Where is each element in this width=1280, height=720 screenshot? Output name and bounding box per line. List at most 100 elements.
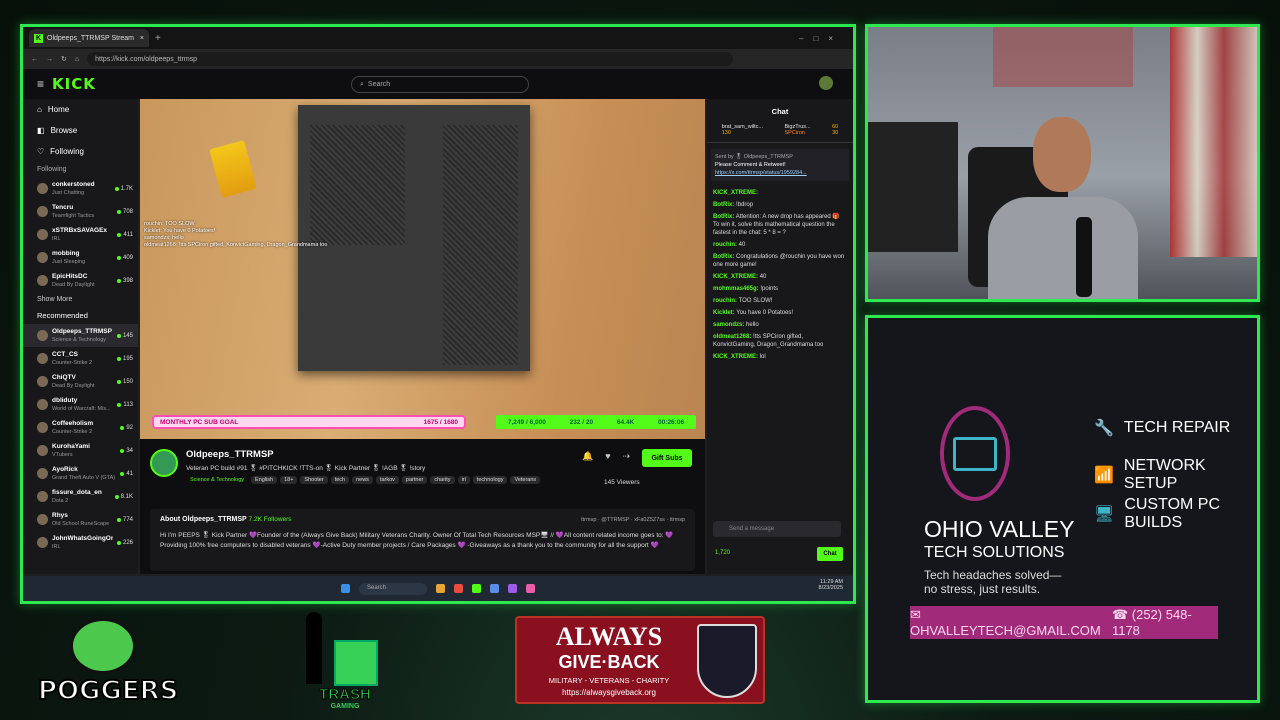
chat-username[interactable]: rouchin: <box>713 242 737 248</box>
nav-home[interactable]: ⌂ Home <box>23 99 138 120</box>
chat-username[interactable]: KICK_XTREME: <box>713 190 758 196</box>
pinned-by: Sent by 🎖 Oldpeeps_TTRMSP <box>715 154 793 160</box>
show-more-link[interactable]: Show More <box>23 292 138 307</box>
search-input[interactable]: ⌕ Search <box>351 76 529 93</box>
social-link[interactable]: ttrmsp <box>670 517 685 523</box>
viewer-count-value: 113 <box>123 401 133 408</box>
viewer-count-value: 774 <box>122 516 133 523</box>
channel-item[interactable]: JohnWhatsGoingOn IRL 226 <box>23 531 138 554</box>
channel-item[interactable]: fissure_dota_en Dota 2 8.1K <box>23 485 138 508</box>
streamer-avatar[interactable] <box>150 449 178 477</box>
action-icons[interactable]: 🔔♥⇢ <box>582 451 642 462</box>
taskbar-search[interactable]: Search <box>359 582 427 595</box>
nav-browse[interactable]: ◧ Browse <box>23 120 138 141</box>
file-explorer-icon[interactable] <box>436 584 445 593</box>
viewer-count: 1.7K <box>114 186 133 192</box>
chat-username[interactable]: KICK_XTREME: <box>713 274 758 280</box>
chat-username[interactable]: BotRix: <box>713 214 734 220</box>
chat-send-button[interactable]: Chat <box>817 547 843 561</box>
channel-item[interactable]: dbliduty World of Warcraft: Mis... 113 <box>23 393 138 416</box>
channel-item[interactable]: conkerstoned Just Chatting 1.7K <box>23 177 138 200</box>
service-label: TECH REPAIR <box>1123 419 1231 436</box>
gifter-name[interactable]: SPCiron <box>785 130 811 136</box>
menu-icon[interactable]: ≡ <box>37 77 44 91</box>
window-controls-icon[interactable]: –□× <box>799 34 843 43</box>
stream-tag[interactable]: technology <box>472 476 508 484</box>
channel-avatar <box>37 445 48 456</box>
agb-line3: MILITARY - VETERANS - CHARITY <box>548 676 670 685</box>
stream-tag[interactable]: 18+ <box>280 476 298 484</box>
chat-username[interactable]: BotRix: <box>713 254 734 260</box>
stream-tag[interactable]: irl <box>457 476 470 484</box>
chat-username[interactable]: BotRix: <box>713 202 734 208</box>
channel-item[interactable]: KurohaYami VTubers 34 <box>23 439 138 462</box>
chat-username[interactable]: Kicklet: <box>713 310 735 316</box>
stream-tag[interactable]: Veterans <box>510 476 541 484</box>
viewer-count-value: 150 <box>122 378 133 385</box>
chat-username[interactable]: samondzs: <box>713 322 744 328</box>
channel-item[interactable]: Rhys Old School RuneScape 774 <box>23 508 138 531</box>
social-link[interactable]: @TTRMSP <box>601 517 629 523</box>
chat-input[interactable]: Send a message <box>713 521 841 537</box>
channel-item[interactable]: CCT_CS Counter-Strike 2 195 <box>23 347 138 370</box>
stream-tag[interactable]: tarkov <box>375 476 399 484</box>
stream-tag[interactable]: partner <box>401 476 428 484</box>
phone-contact[interactable]: ☎ (252) 548-1178 <box>1112 607 1218 638</box>
home-icon[interactable]: ⌂ <box>75 56 79 63</box>
browser-tab[interactable]: K Oldpeeps_TTRMSP Stream × <box>29 29 149 47</box>
app-icon[interactable] <box>490 584 499 593</box>
stream-tag[interactable]: English <box>251 476 278 484</box>
stream-tag[interactable]: Shooter <box>300 476 328 484</box>
chat-message: BotRix: Congratulations @rouchin you hav… <box>707 251 853 271</box>
stream-tag[interactable]: news <box>352 476 373 484</box>
channel-item[interactable]: Tencru Teamfight Tactics 708 <box>23 200 138 223</box>
channel-item[interactable]: xSTRBxSAVAGEx IRL 411 <box>23 223 138 246</box>
clock[interactable]: 11:29 AM 8/23/2025 <box>819 579 843 591</box>
app-icon[interactable] <box>526 584 535 593</box>
kick-app-icon[interactable] <box>472 584 481 593</box>
stream-info: Oldpeeps_TTRMSP Veteran PC build #91 🎖 #… <box>140 439 705 574</box>
channel-name: AyoRick <box>52 465 78 473</box>
chat-username[interactable]: rouchin: <box>713 298 737 304</box>
channel-item[interactable]: mobbing Just Sleeping 409 <box>23 246 138 269</box>
pinned-link[interactable]: https://x.com/ttrmsp/status/1959284... <box>715 169 845 177</box>
reload-icon[interactable]: ↻ <box>61 55 67 63</box>
pc-tower <box>868 122 958 252</box>
app-icon[interactable] <box>508 584 517 593</box>
email-contact[interactable]: ✉ OHVALLEYTECH@GMAIL.COM <box>910 607 1112 638</box>
goal-stat: 232 / 20 <box>569 418 594 426</box>
nav-following[interactable]: ♡ Following <box>23 141 138 162</box>
streamer-name[interactable]: Oldpeeps_TTRMSP <box>186 449 274 460</box>
back-icon[interactable]: ← <box>31 56 38 63</box>
forward-icon[interactable]: → <box>46 56 53 63</box>
channel-avatar <box>37 376 48 387</box>
service-label: CUSTOM PC BUILDS <box>1124 496 1221 531</box>
channel-item[interactable]: Coffeeholism Counter-Strike 2 92 <box>23 416 138 439</box>
stream-tag[interactable]: tech <box>330 476 350 484</box>
kick-logo[interactable]: KICK <box>52 75 96 93</box>
chat-username[interactable]: mohmmas465g: <box>713 286 759 292</box>
viewer-count: 145 Viewers <box>604 479 640 486</box>
stream-tag[interactable]: charity <box>430 476 455 484</box>
channel-item[interactable]: ChiQTV Dead By Daylight 150 <box>23 370 138 393</box>
windows-start-icon[interactable] <box>341 584 350 593</box>
chat-username[interactable]: KICK_XTREME: <box>713 354 758 360</box>
close-tab-icon[interactable]: × <box>140 35 144 42</box>
user-avatar[interactable] <box>819 76 833 90</box>
social-link[interactable]: ttrmsp <box>581 517 596 523</box>
stream-tag[interactable]: Science & Technology <box>186 476 248 484</box>
chat-username[interactable]: oldmeat1268: <box>713 334 751 340</box>
channel-item[interactable]: AyoRick Grand Theft Auto V (GTA) 41 <box>23 462 138 485</box>
video-player[interactable]: rouchin: TOO SLOW Kicklet: You have 0 Po… <box>140 99 705 439</box>
channel-item[interactable]: EpicHitsDC Dead By Daylight 398 <box>23 269 138 292</box>
channel-category: IRL <box>52 235 61 242</box>
channel-item[interactable]: Oldpeeps_TTRMSP Science & Technology 145 <box>23 324 138 347</box>
live-dot-icon <box>116 540 121 545</box>
gift-subs-button[interactable]: Gift Subs <box>642 449 692 467</box>
url-field[interactable]: https://kick.com/oldpeeps_ttrmsp <box>87 52 733 66</box>
new-tab-icon[interactable]: + <box>155 33 161 44</box>
chrome-icon[interactable] <box>454 584 463 593</box>
points-balance[interactable]: 1,720 <box>715 550 730 556</box>
clock-date: 8/23/2025 <box>818 585 843 591</box>
social-link[interactable]: xFa0Z5Z7ss <box>634 517 665 523</box>
